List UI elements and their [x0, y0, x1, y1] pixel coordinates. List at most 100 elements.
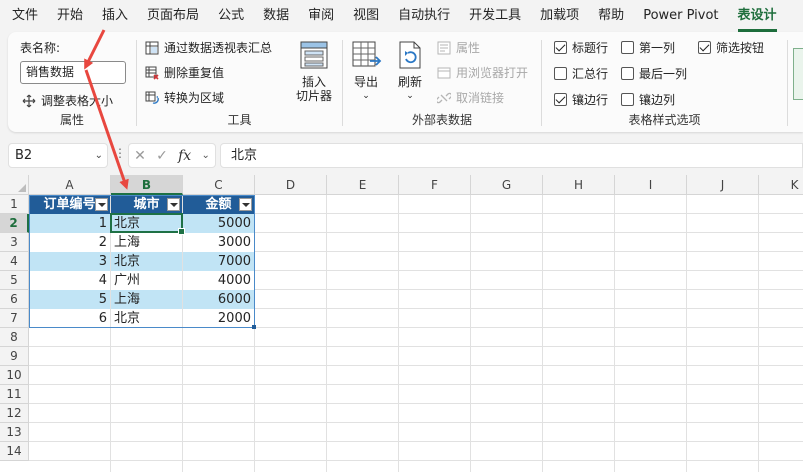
table-cell[interactable]: 2: [29, 233, 110, 252]
tab-data[interactable]: 数据: [263, 0, 289, 32]
export-button[interactable]: 导出 ⌄: [347, 39, 385, 103]
table-cell[interactable]: 北京: [111, 214, 182, 233]
enter-icon[interactable]: ✓: [156, 148, 168, 164]
column-header-c[interactable]: C: [183, 175, 255, 195]
tab-table-design[interactable]: 表设计: [737, 2, 777, 32]
more-options-icon[interactable]: ⋮: [114, 146, 126, 160]
filter-button-checkbox[interactable]: 筛选按钮: [698, 39, 764, 56]
resize-table-button[interactable]: 调整表格大小: [22, 92, 113, 109]
filter-dropdown-icon[interactable]: [95, 198, 108, 211]
table-cell[interactable]: 5: [29, 290, 110, 309]
browser-icon: [437, 66, 451, 80]
tab-insert[interactable]: 插入: [102, 0, 128, 32]
table-cell[interactable]: 4000: [183, 271, 254, 290]
row-header-6[interactable]: 6: [0, 290, 29, 309]
table-cell[interactable]: 3000: [183, 233, 254, 252]
tab-developer[interactable]: 开发工具: [469, 0, 521, 32]
name-box-dropdown-icon[interactable]: ⌄: [95, 144, 103, 167]
table-cell[interactable]: 6: [29, 309, 110, 328]
summarize-pivot-button[interactable]: 通过数据透视表汇总: [145, 39, 272, 56]
gridline-horizontal: [29, 460, 803, 461]
filter-dropdown-icon[interactable]: [167, 198, 180, 211]
open-in-browser-button[interactable]: 用浏览器打开: [437, 64, 528, 81]
row-header-7[interactable]: 7: [0, 309, 29, 328]
external-properties-button[interactable]: 属性: [437, 39, 480, 56]
tab-addins[interactable]: 加载项: [540, 0, 579, 32]
row-header-9[interactable]: 9: [0, 347, 29, 366]
tab-view[interactable]: 视图: [353, 0, 379, 32]
column-header-d[interactable]: D: [255, 175, 327, 195]
table-styles-gallery[interactable]: [793, 48, 803, 100]
gridline-horizontal: [29, 365, 803, 366]
row-header-5[interactable]: 5: [0, 271, 29, 290]
column-header-g[interactable]: G: [471, 175, 543, 195]
row-header-2[interactable]: 2: [0, 214, 29, 233]
banded-columns-label: 镶边列: [639, 93, 676, 107]
table-cell[interactable]: 上海: [111, 290, 182, 309]
column-header-b[interactable]: B: [111, 175, 183, 195]
convert-to-range-button[interactable]: 转换为区域: [145, 89, 224, 106]
table-header-label: 城市: [133, 197, 160, 212]
total-row-checkbox[interactable]: 汇总行: [554, 65, 608, 82]
tab-power-pivot[interactable]: Power Pivot: [643, 0, 718, 32]
refresh-button[interactable]: 刷新 ⌄: [391, 39, 429, 103]
worksheet-grid[interactable]: A B C D E F G H I J K 1 2 3 4 5 6 7 8 9 10 11 12 13 14 订单编号 城市 金额 1 北…: [0, 175, 803, 472]
table-cell[interactable]: 6000: [183, 290, 254, 309]
header-row-label: 标题行: [572, 41, 609, 55]
row-header-10[interactable]: 10: [0, 366, 29, 385]
unlink-button[interactable]: 取消链接: [437, 89, 504, 106]
last-column-checkbox[interactable]: 最后一列: [621, 65, 687, 82]
column-header-f[interactable]: F: [399, 175, 471, 195]
column-header-j[interactable]: J: [687, 175, 759, 195]
banded-columns-checkbox[interactable]: 镶边列: [621, 91, 675, 108]
tab-automate[interactable]: 自动执行: [398, 0, 450, 32]
column-header-h[interactable]: H: [543, 175, 615, 195]
table-cell[interactable]: 1: [29, 214, 110, 233]
table-cell[interactable]: 3: [29, 252, 110, 271]
tab-page-layout[interactable]: 页面布局: [147, 0, 199, 32]
cancel-icon[interactable]: ✕: [134, 148, 146, 164]
total-row-label: 汇总行: [572, 67, 609, 81]
remove-duplicates-button[interactable]: 删除重复值: [145, 64, 224, 81]
table-cell[interactable]: 4: [29, 271, 110, 290]
row-header-1[interactable]: 1: [0, 195, 29, 214]
table-resize-handle[interactable]: [252, 325, 256, 329]
first-column-checkbox[interactable]: 第一列: [621, 39, 675, 56]
header-row-checkbox[interactable]: 标题行: [554, 39, 608, 56]
resize-icon: [22, 94, 36, 108]
tab-formulas[interactable]: 公式: [218, 0, 244, 32]
tab-file[interactable]: 文件: [12, 0, 38, 32]
tab-home[interactable]: 开始: [57, 0, 83, 32]
row-header-14[interactable]: 14: [0, 442, 29, 461]
row-header-13[interactable]: 13: [0, 423, 29, 442]
table-name-input[interactable]: 销售数据: [20, 61, 126, 84]
table-cell[interactable]: 上海: [111, 233, 182, 252]
column-header-e[interactable]: E: [327, 175, 399, 195]
external-properties-label: 属性: [456, 41, 481, 55]
tab-review[interactable]: 审阅: [308, 0, 334, 32]
select-all-corner[interactable]: [0, 175, 29, 195]
banded-rows-checkbox[interactable]: 镶边行: [554, 91, 608, 108]
insert-function-icon[interactable]: fx: [178, 148, 191, 164]
table-cell[interactable]: 北京: [111, 309, 182, 328]
table-cell[interactable]: 7000: [183, 252, 254, 271]
tab-help[interactable]: 帮助: [598, 0, 624, 32]
row-header-11[interactable]: 11: [0, 385, 29, 404]
table-cell[interactable]: 北京: [111, 252, 182, 271]
row-header-12[interactable]: 12: [0, 404, 29, 423]
table-cell[interactable]: 广州: [111, 271, 182, 290]
insert-slicer-button[interactable]: 插入 切片器: [291, 39, 337, 103]
formula-input[interactable]: 北京: [220, 143, 803, 168]
unlink-icon: [437, 91, 451, 105]
column-header-k[interactable]: K: [759, 175, 803, 195]
row-header-4[interactable]: 4: [0, 252, 29, 271]
table-cell[interactable]: 2000: [183, 309, 254, 328]
table-cell[interactable]: 5000: [183, 214, 254, 233]
fx-dropdown-icon[interactable]: ⌄: [201, 150, 209, 161]
name-box[interactable]: B2 ⌄: [8, 143, 108, 168]
column-header-i[interactable]: I: [615, 175, 687, 195]
filter-dropdown-icon[interactable]: [239, 198, 252, 211]
row-header-8[interactable]: 8: [0, 328, 29, 347]
row-header-3[interactable]: 3: [0, 233, 29, 252]
column-header-a[interactable]: A: [29, 175, 111, 195]
